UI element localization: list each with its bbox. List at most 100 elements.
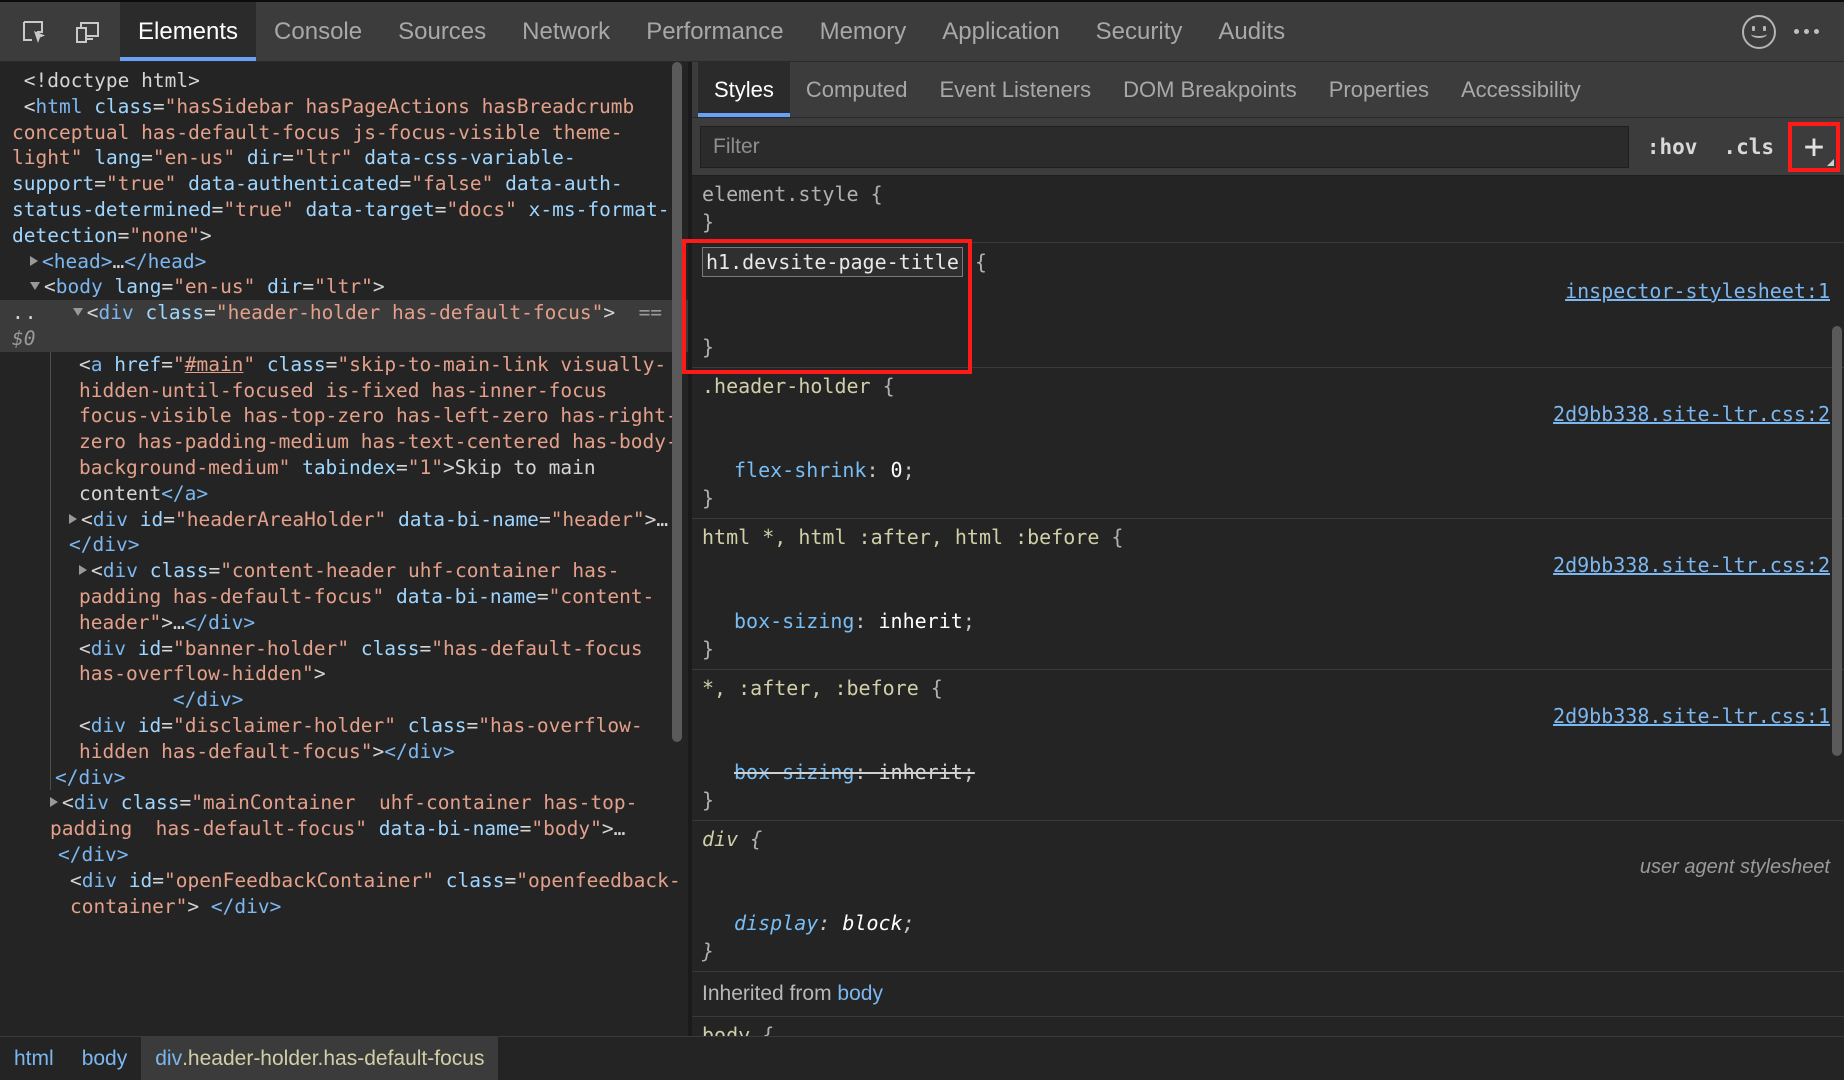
plus-icon: + [1803,126,1825,167]
declaration-value[interactable]: inherit [879,609,963,633]
tab-properties[interactable]: Properties [1313,62,1445,117]
rule-close-brace: } [702,210,715,234]
breadcrumb-item-div-header-holder[interactable]: div .header-holder.has-default-focus [141,1037,499,1080]
selector-edit-field[interactable]: h1.devsite-page-title [702,247,963,277]
smiley-face-icon[interactable] [1742,14,1776,49]
tab-styles[interactable]: Styles [698,62,790,117]
rule-origin-user-agent: user agent stylesheet [1639,856,1830,878]
dom-line-content-header[interactable]: <div class="content-header uhf-container… [50,558,688,636]
dom-line-close-header-holder[interactable]: </div> [50,764,688,791]
breadcrumb-label: body [81,1046,128,1070]
dom-line-header-holder-selected[interactable]: .. <div class="header-holder has-default… [0,300,688,352]
element-classes-cls-button[interactable]: .cls [1715,131,1782,163]
tab-audits-label: Audits [1218,17,1286,45]
inherited-label: Inherited from [702,982,832,1005]
inspect-element-icon[interactable] [14,12,54,52]
css-rule-html-universal[interactable]: html *, html :after, html :before { 2d9b… [692,519,1844,670]
tab-styles-label: Styles [714,76,774,102]
selector-text: element.style [702,182,859,206]
selector-line[interactable]: body { 2d9bb338.site-ltr.css:2 [692,1021,1844,1036]
dom-line-open-feedback[interactable]: <div id="openFeedbackContainer" class="o… [0,868,688,920]
rule-close-brace: } [702,637,715,661]
declaration-overridden[interactable]: box-sizing: inherit; [692,758,1844,786]
rule-origin-link[interactable]: 2d9bb338.site-ltr.css:2 [1553,400,1830,428]
selector-line[interactable]: .header-holder { 2d9bb338.site-ltr.css:2 [692,372,1844,456]
breadcrumb-item-body[interactable]: body [68,1037,142,1080]
force-state-hov-button[interactable]: :hov [1639,131,1706,163]
devtools-body: <!doctype html> <html class="hasSidebar … [0,62,1844,1036]
declaration-value[interactable]: inherit [879,760,963,784]
css-rule-header-holder[interactable]: .header-holder { 2d9bb338.site-ltr.css:2… [692,368,1844,519]
declaration[interactable]: display: block; [692,909,1844,937]
tab-performance[interactable]: Performance [628,2,801,61]
breadcrumb-label: html [14,1046,54,1070]
rule-origin-link[interactable]: 2d9bb338.site-ltr.css:2 [1553,551,1830,579]
selector-line[interactable]: html *, html :after, html :before { 2d9b… [692,523,1844,607]
tab-elements[interactable]: Elements [120,2,257,61]
css-rule-body[interactable]: body { 2d9bb338.site-ltr.css:2 display: … [692,1017,1844,1036]
tab-dom-breakpoints[interactable]: DOM Breakpoints [1107,62,1313,117]
styles-rules-list[interactable]: element.style { } h1.devsite-page-title … [692,176,1844,1036]
more-options-kebab-icon[interactable] [1786,15,1826,49]
tab-security[interactable]: Security [1078,2,1201,61]
rule-origin-link[interactable]: inspector-stylesheet:1 [1565,277,1830,305]
styles-scrollbar-thumb[interactable] [1832,326,1842,756]
dom-line-doctype[interactable]: <!doctype html> [0,68,688,94]
tab-event-listeners[interactable]: Event Listeners [923,62,1107,117]
dom-line-close-main-container[interactable]: </div> [0,842,688,868]
declaration[interactable]: flex-shrink: 0; [692,456,1844,484]
rule-close-brace: } [702,939,715,963]
css-rule-universal[interactable]: *, :after, :before { 2d9bb338.site-ltr.c… [692,670,1844,821]
selector-line[interactable]: element.style { [692,180,1844,208]
tab-network[interactable]: Network [504,2,628,61]
declaration-property[interactable]: flex-shrink [734,458,866,482]
declaration-value[interactable]: block [842,911,902,935]
device-toolbar-icon[interactable] [68,12,108,52]
inherited-source-link[interactable]: body [837,982,883,1005]
selector-text: *, :after, :before [702,676,919,700]
tab-sources[interactable]: Sources [380,2,504,61]
tab-accessibility[interactable]: Accessibility [1445,62,1597,117]
css-rule-div-user-agent[interactable]: div { user agent stylesheet display: blo… [692,821,1844,972]
filter-input[interactable]: Filter [700,125,1629,168]
dom-tree-scroll[interactable]: <!doctype html> <html class="hasSidebar … [0,62,688,1036]
tab-application[interactable]: Application [924,2,1077,61]
declaration-property[interactable]: box-sizing [734,760,854,784]
declaration-property[interactable]: box-sizing [734,609,854,633]
tab-computed[interactable]: Computed [790,62,924,117]
tab-accessibility-label: Accessibility [1460,76,1581,102]
rule-close-brace: } [702,788,715,812]
dom-breadcrumb: html body div .header-holder.has-default-… [0,1036,1844,1080]
declaration[interactable]: box-sizing: inherit; [692,607,1844,635]
selector-line[interactable]: *, :after, :before { 2d9bb338.site-ltr.c… [692,674,1844,758]
tab-console[interactable]: Console [256,2,380,61]
dom-line-head[interactable]: <head>…</head> [0,249,688,275]
breadcrumb-class: .header-holder.has-default-focus [182,1046,485,1070]
selector-text: .header-holder [702,374,871,398]
selector-line[interactable]: div { user agent stylesheet [692,825,1844,909]
toolbar-icon-group [0,2,108,61]
tab-audits[interactable]: Audits [1200,2,1303,61]
tab-performance-label: Performance [646,17,784,45]
dom-tree-scrollbar[interactable] [672,62,682,1036]
new-style-rule-button[interactable]: + [1788,121,1840,172]
dom-line-header-area-holder[interactable]: <div id="headerAreaHolder" data-bi-name=… [50,506,688,559]
dom-line-banner-holder[interactable]: <div id="banner-holder" class="has-defau… [50,635,688,713]
rule-origin-link[interactable]: 2d9bb338.site-ltr.css:1 [1553,702,1830,730]
declaration-value[interactable]: 0 [891,458,903,482]
selector-line[interactable]: h1.devsite-page-title { inspector-styles… [692,247,1844,333]
dom-line-html[interactable]: <html class="hasSidebar hasPageActions h… [0,94,688,249]
css-rule-devsite-page-title[interactable]: h1.devsite-page-title { inspector-styles… [692,243,1844,368]
dom-line-skip-link[interactable]: <a href="#main" class="skip-to-main-link… [50,351,688,507]
dom-line-main-container[interactable]: <div class="mainContainer uhf-container … [0,790,688,842]
dom-line-disclaimer-holder[interactable]: <div id="disclaimer-holder" class="has-o… [50,712,688,765]
styles-scrollbar[interactable] [1832,176,1842,1036]
dom-tree-pane: <!doctype html> <html class="hasSidebar … [0,62,688,1036]
css-rule-element-style[interactable]: element.style { } [692,176,1844,243]
tab-memory[interactable]: Memory [802,2,925,61]
breadcrumb-item-html[interactable]: html [0,1037,68,1080]
tab-dom-breakpoints-label: DOM Breakpoints [1123,76,1297,102]
dom-line-body[interactable]: <body lang="en-us" dir="ltr"> [0,274,688,300]
declaration-property[interactable]: display [734,911,818,935]
dom-tree-scrollbar-thumb[interactable] [672,62,682,742]
